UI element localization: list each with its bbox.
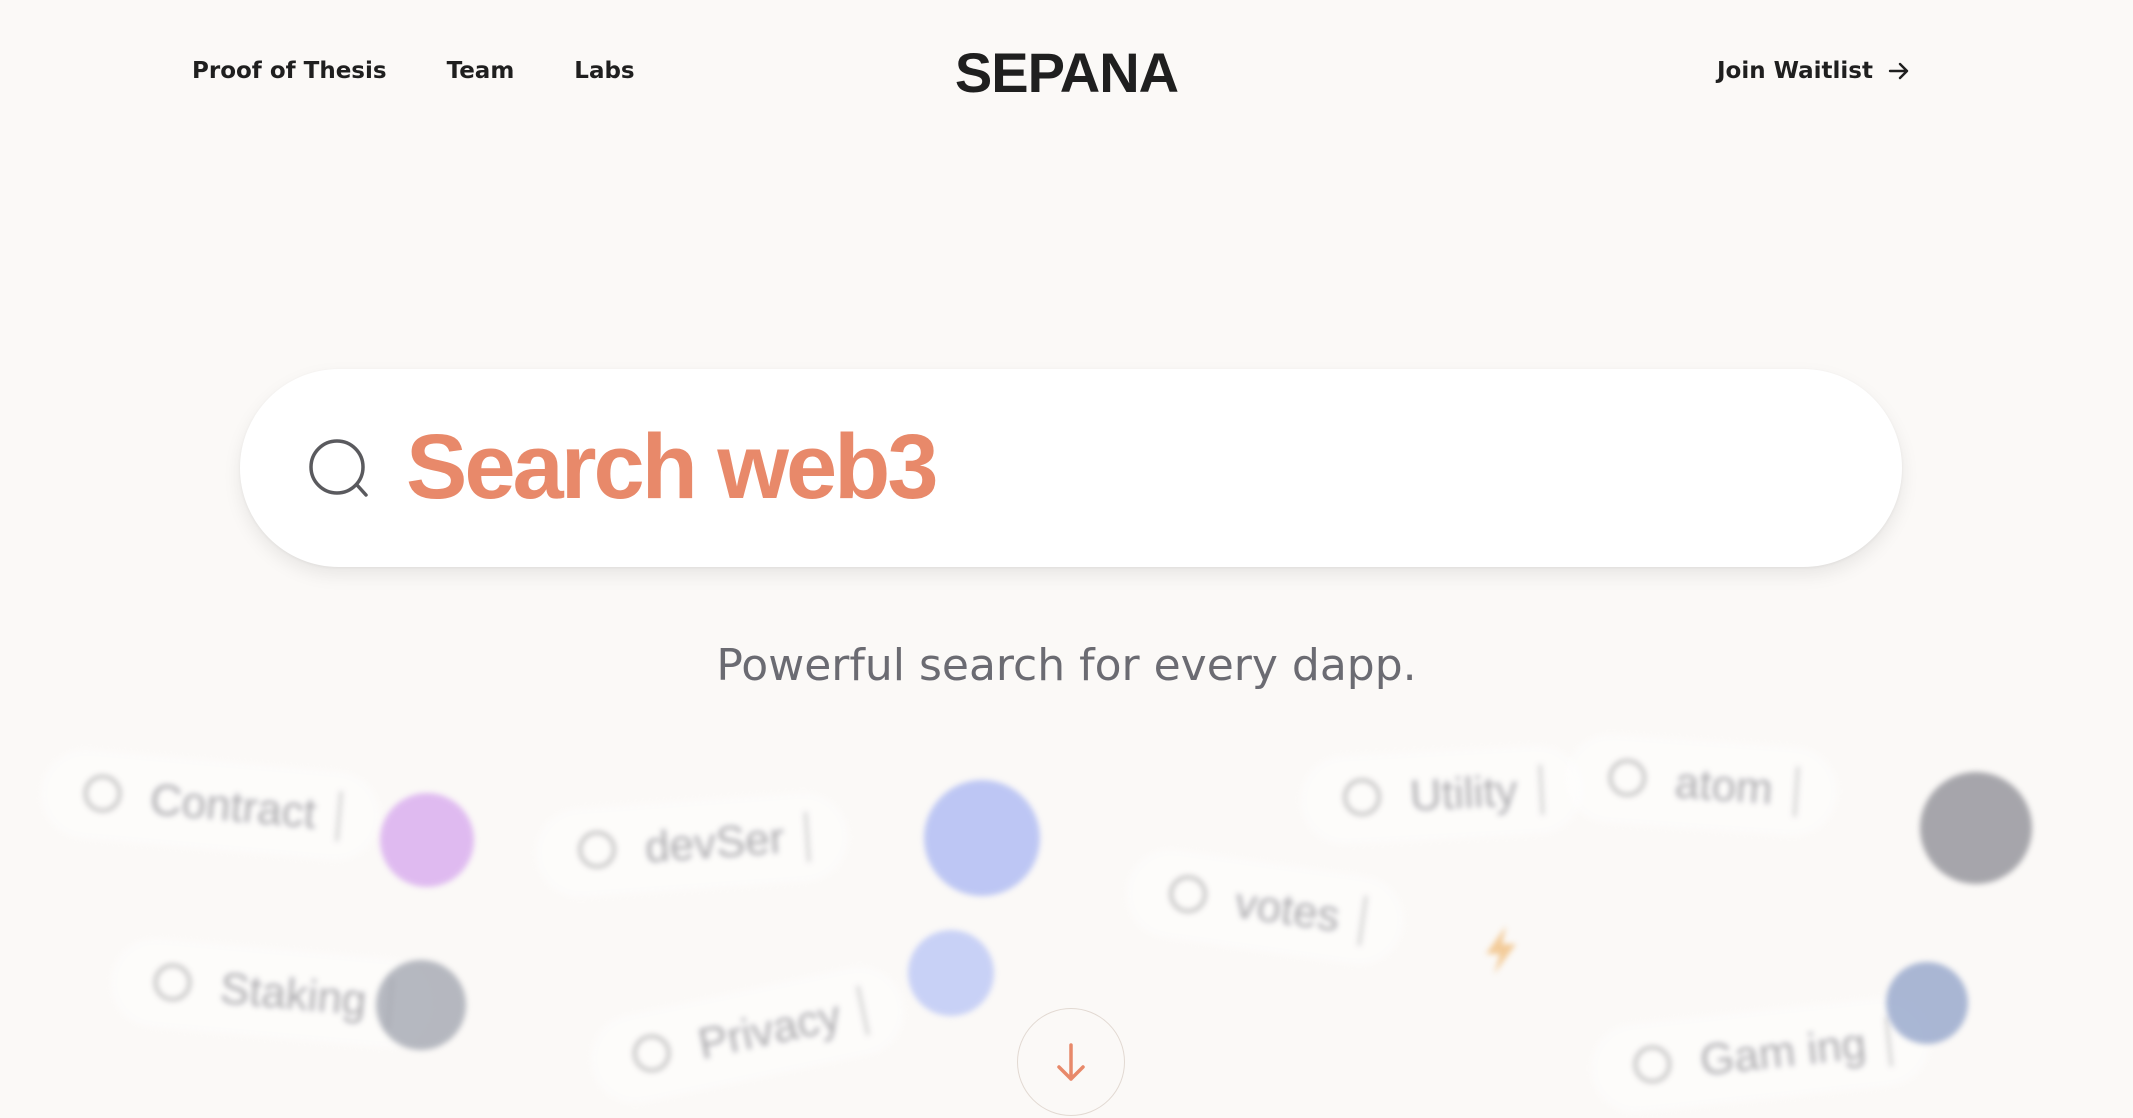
- join-waitlist-label: Join Waitlist: [1716, 58, 1873, 84]
- bg-chip: votes: [1120, 842, 1411, 972]
- search-icon: [309, 439, 368, 497]
- slate-token-orb: [376, 960, 466, 1050]
- bg-chip-label: atom: [1673, 758, 1775, 814]
- blue-token-orb-small: [908, 930, 994, 1016]
- search-icon: [633, 1034, 671, 1072]
- search-placeholder: Search web3: [406, 416, 939, 518]
- bg-chip-label: Privacy: [693, 990, 846, 1069]
- join-waitlist-button[interactable]: Join Waitlist: [1717, 58, 1911, 84]
- blue-token-orb: [924, 780, 1040, 896]
- bg-chip: Gam ing: [1586, 992, 1936, 1118]
- gray-token-orb: [1920, 772, 2032, 884]
- search-bar[interactable]: Search web3: [240, 369, 1902, 567]
- bg-chip-label: Utility: [1408, 766, 1519, 821]
- arrow-down-icon: [1057, 1043, 1085, 1081]
- search-icon: [1169, 875, 1207, 913]
- scroll-down-button[interactable]: [1017, 1008, 1125, 1116]
- bg-chip: atom: [1562, 730, 1841, 840]
- bg-chip: Staking: [106, 934, 436, 1052]
- bg-chip: Utility: [1297, 742, 1585, 848]
- search-icon: [1633, 1045, 1671, 1083]
- bg-chip-label: devSer: [643, 813, 786, 873]
- bg-chip: Contract: [36, 745, 385, 865]
- bg-chip: Privacy: [582, 957, 914, 1113]
- search-icon: [84, 775, 122, 813]
- bg-chip: devSer: [532, 789, 853, 901]
- search-icon: [154, 963, 192, 1001]
- search-icon: [578, 831, 616, 869]
- bg-chip-label: Staking: [218, 963, 369, 1026]
- navy-token-orb: [1886, 962, 1968, 1044]
- tagline: Powerful search for every dapp.: [716, 640, 1417, 691]
- purple-token-orb: [380, 793, 474, 887]
- search-icon: [1608, 759, 1646, 797]
- arrow-right-icon: [1888, 62, 1909, 80]
- bg-chip-label: Contract: [148, 774, 319, 839]
- bg-chip-label: Gam ing: [1697, 1019, 1869, 1086]
- bg-chip-label: votes: [1231, 878, 1343, 942]
- search-icon: [1343, 778, 1381, 816]
- lightning-icon: [1486, 926, 1516, 974]
